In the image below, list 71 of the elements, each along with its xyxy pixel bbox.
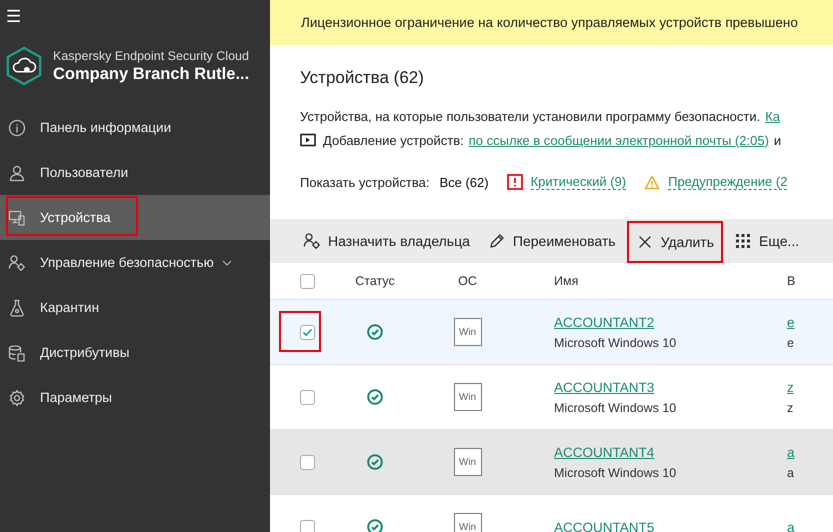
page-title: Устройства (62) (300, 68, 425, 88)
description-text: Устройства, на которые пользователи установили программу безопасности. (300, 108, 760, 124)
chevron-down-icon (222, 260, 232, 266)
os-name: Microsoft Windows 10 (554, 466, 678, 480)
os-badge: Win (454, 448, 482, 476)
connector-text: и (774, 132, 782, 148)
filter-option[interactable]: Все (62) (439, 174, 489, 190)
toolbar-button[interactable]: Назначить владельца (296, 220, 477, 262)
nav-item[interactable]: Панель информации (0, 105, 270, 150)
table-cell-text: a (787, 466, 795, 480)
banner-text: Лицензионное ограничение на количество управляемых устройств превышено (301, 15, 798, 30)
os-name: Microsoft Windows 10 (554, 336, 678, 350)
cell-link[interactable]: a (787, 520, 817, 532)
settings-icon (8, 388, 26, 406)
grid-icon (734, 232, 752, 250)
toolbar-button[interactable]: Переименовать (480, 220, 623, 262)
critical-icon (506, 174, 523, 190)
nav-item[interactable]: Карантин (0, 285, 270, 330)
device-name-link[interactable]: ACCOUNTANT5 (554, 520, 787, 532)
column-header[interactable]: В (787, 274, 817, 288)
company-name: Company Branch Rutle... (53, 64, 250, 84)
info-icon (8, 118, 26, 136)
checkbox[interactable] (300, 324, 314, 340)
cell-link[interactable]: z (787, 380, 817, 394)
database-icon (8, 344, 26, 362)
table-row[interactable]: Win ACCOUNTANT4 Microsoft Windows 10 a a (270, 430, 833, 495)
column-header[interactable]: Статус (330, 274, 420, 288)
devices-icon (8, 208, 26, 226)
cell-link[interactable]: e (787, 314, 817, 330)
checkbox[interactable] (300, 390, 314, 404)
os-badge: Win (454, 383, 482, 411)
people-gear-icon (8, 254, 26, 272)
check-circle-icon (367, 454, 383, 470)
check-circle-icon (367, 324, 383, 340)
nav-item[interactable]: Управление безопасностью (0, 240, 270, 285)
filter-option[interactable]: Критический (9) (530, 174, 626, 190)
os-name: Microsoft Windows 10 (554, 400, 678, 414)
table-row[interactable]: Win ACCOUNTANT2 Microsoft Windows 10 e e (270, 300, 833, 365)
warning-icon (644, 174, 660, 190)
checkbox[interactable] (300, 454, 314, 470)
device-name-link[interactable]: ACCOUNTANT2 (554, 314, 787, 330)
flask-icon (8, 298, 26, 316)
column-header[interactable]: Имя (515, 274, 787, 288)
app-name: Kaspersky Endpoint Security Cloud (53, 48, 250, 62)
toolbar-button[interactable]: Удалить (626, 221, 724, 263)
nav-item[interactable]: Параметры (0, 375, 270, 420)
cloud-logo-icon (5, 46, 43, 86)
checkbox[interactable] (300, 520, 314, 532)
os-badge: Win (454, 318, 482, 346)
nav-item[interactable]: Пользователи (0, 150, 270, 195)
menu-button[interactable]: ☰ (0, 0, 22, 26)
column-header[interactable]: ОС (420, 274, 515, 288)
table-row[interactable]: Win ACCOUNTANT5 a (270, 495, 833, 532)
check-circle-icon (367, 389, 383, 405)
filter-option[interactable]: Предупреждение (2 (668, 174, 788, 190)
nav-item[interactable]: Устройства (0, 195, 270, 240)
user-icon (8, 164, 26, 182)
help-link[interactable]: Ка (765, 108, 780, 124)
table-cell-text: z (787, 400, 794, 414)
video-icon (300, 133, 316, 147)
table-cell-text: e (787, 336, 795, 350)
video-label: Добавление устройств: (323, 132, 464, 148)
people-gear-icon (303, 232, 321, 250)
checkbox[interactable] (300, 274, 314, 288)
pencil-icon (488, 232, 506, 250)
video-link[interactable]: по ссылке в сообщении электронной почты (2:05) (468, 132, 769, 148)
toolbar-button[interactable]: Еще... (727, 220, 806, 262)
os-badge: Win (454, 513, 482, 532)
nav-item[interactable]: Дистрибутивы (0, 330, 270, 375)
filter-label: Показать устройства: (300, 174, 430, 190)
device-name-link[interactable]: ACCOUNTANT3 (554, 380, 787, 394)
